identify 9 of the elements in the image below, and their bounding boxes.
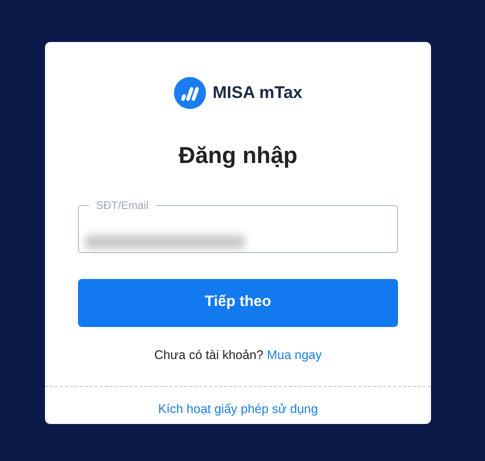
license-link[interactable]: Kích hoạt giấy phép sử dụng [158, 402, 318, 416]
logo-icon [174, 77, 206, 109]
next-button[interactable]: Tiếp theo [78, 278, 398, 326]
email-field[interactable]: SĐT/Email [78, 198, 398, 252]
buy-link[interactable]: Mua ngay [266, 348, 322, 362]
logo-text: MISA mTax [212, 82, 302, 104]
signup-prompt: Chưa có tài khoản? [154, 348, 264, 362]
page-title: Đăng nhập [178, 141, 298, 170]
field-label: SĐT/Email [95, 198, 150, 212]
